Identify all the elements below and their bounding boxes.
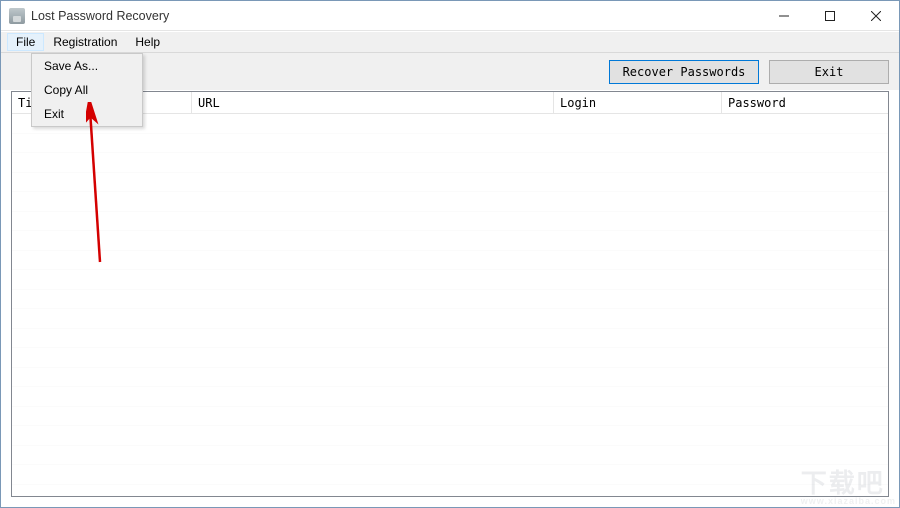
file-dropdown: Save As... Copy All Exit bbox=[31, 53, 143, 127]
menu-file[interactable]: File bbox=[7, 33, 44, 51]
menu-help[interactable]: Help bbox=[126, 33, 169, 51]
minimize-icon bbox=[779, 11, 789, 21]
column-login[interactable]: Login bbox=[554, 92, 722, 113]
menu-save-as[interactable]: Save As... bbox=[32, 54, 142, 78]
maximize-icon bbox=[825, 11, 835, 21]
titlebar: Lost Password Recovery bbox=[1, 1, 899, 31]
window-controls bbox=[761, 1, 899, 31]
column-headers: Title URL Login Password bbox=[12, 92, 888, 114]
close-button[interactable] bbox=[853, 1, 899, 31]
menubar: File Registration Help bbox=[1, 31, 899, 53]
results-rows[interactable] bbox=[12, 114, 888, 496]
column-url[interactable]: URL bbox=[192, 92, 554, 113]
close-icon bbox=[871, 11, 881, 21]
menu-copy-all[interactable]: Copy All bbox=[32, 78, 142, 102]
minimize-button[interactable] bbox=[761, 1, 807, 31]
column-password[interactable]: Password bbox=[722, 92, 888, 113]
app-icon bbox=[9, 8, 25, 24]
results-list: Title URL Login Password bbox=[11, 91, 889, 497]
maximize-button[interactable] bbox=[807, 1, 853, 31]
recover-passwords-button[interactable]: Recover Passwords bbox=[609, 60, 759, 84]
menu-exit[interactable]: Exit bbox=[32, 102, 142, 126]
menu-registration[interactable]: Registration bbox=[44, 33, 126, 51]
window-title: Lost Password Recovery bbox=[31, 9, 169, 23]
exit-button[interactable]: Exit bbox=[769, 60, 889, 84]
